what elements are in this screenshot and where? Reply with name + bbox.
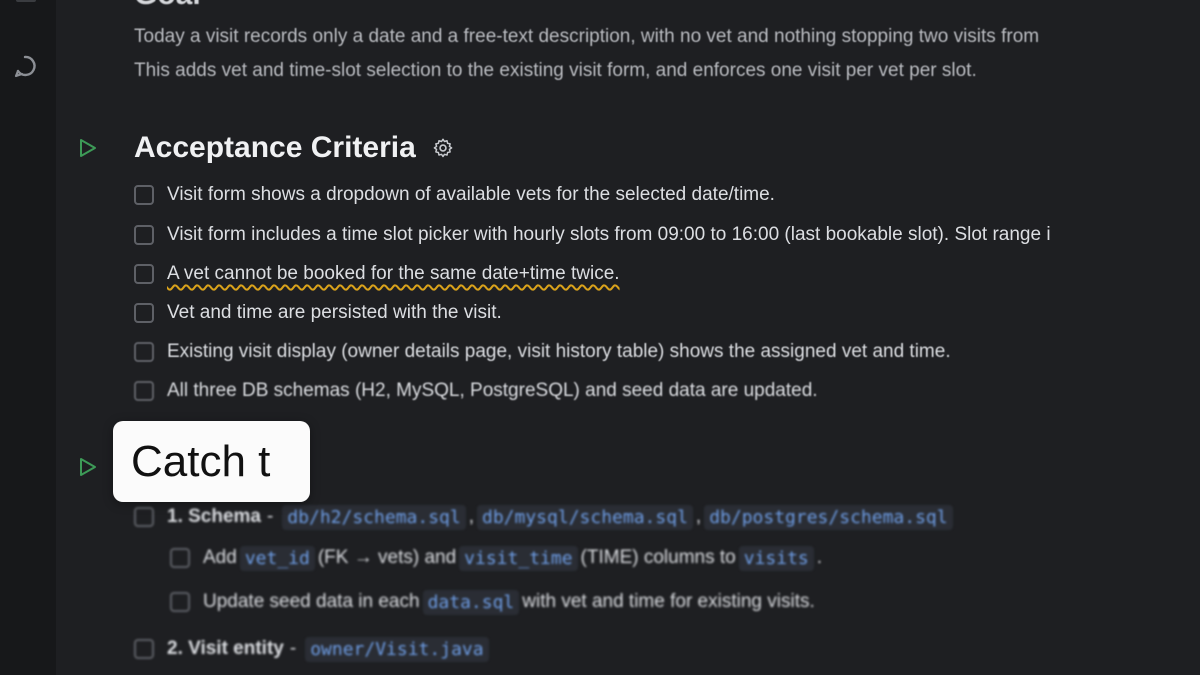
checkbox[interactable]	[170, 592, 190, 612]
criteria-text: Visit form shows a dropdown of available…	[167, 184, 775, 205]
task-subitem: Add vet_id (FK → vets) and visit_time (T…	[170, 543, 822, 573]
task-text: with vet and time for existing visits.	[522, 591, 815, 612]
checkbox[interactable]	[134, 225, 154, 245]
separator: -	[289, 638, 297, 659]
document-editor: Goal Today a visit records only a date a…	[56, 0, 1200, 675]
code-vet-id: vet_id	[239, 545, 315, 571]
caption-callout: Catch t	[113, 421, 310, 502]
checkbox[interactable]	[134, 342, 154, 362]
checkbox[interactable]	[134, 303, 154, 323]
comma: ,	[695, 506, 702, 527]
task-text: Update seed data in each	[203, 591, 420, 612]
checkbox[interactable]	[134, 639, 154, 659]
checkbox[interactable]	[134, 264, 154, 284]
task-text: Add	[203, 547, 237, 568]
task-label: 2. Visit entity	[167, 638, 284, 659]
code-data-sql: data.sql	[422, 589, 520, 615]
comma: ,	[468, 506, 474, 527]
ai-assistant-icon[interactable]	[10, 52, 40, 82]
goal-text-line-2: This adds vet and time-slot selection to…	[134, 60, 977, 81]
task-subitem: Update seed data in each data.sql with v…	[170, 587, 815, 617]
list-item: Visit form includes a time slot picker w…	[134, 220, 1051, 250]
code-visit-time: visit_time	[459, 545, 578, 571]
criteria-text: Existing visit display (owner details pa…	[167, 341, 951, 362]
acceptance-criteria-title: Acceptance Criteria	[134, 131, 416, 164]
file-link-mysql[interactable]: db/mysql/schema.sql	[477, 504, 693, 530]
task-text: (FK → vets) and	[317, 547, 457, 568]
task-item-entity: 2. Visit entity - owner/Visit.java	[134, 634, 492, 664]
task-text: .	[816, 547, 823, 568]
acceptance-criteria-heading: Acceptance Criteria	[134, 131, 454, 165]
caption-text: Catch t	[131, 436, 271, 486]
file-link-h2[interactable]: db/h2/schema.sql	[282, 504, 466, 530]
goal-heading: Goal	[134, 0, 201, 12]
goal-text-line-1: Today a visit records only a date and a …	[134, 26, 1040, 47]
task-label: 1. Schema	[167, 506, 261, 527]
criteria-text-spellcheck: A vet cannot be booked for the same date…	[167, 263, 620, 284]
task-text: (TIME) columns to	[580, 547, 736, 568]
checkbox[interactable]	[170, 548, 190, 568]
file-link-visit-java[interactable]: owner/Visit.java	[305, 636, 489, 662]
checkbox[interactable]	[134, 507, 154, 527]
criteria-text: All three DB schemas (H2, MySQL, Postgre…	[167, 380, 818, 401]
run-section-icon[interactable]	[76, 137, 98, 159]
task-item-schema: 1. Schema - db/h2/schema.sql , db/mysql/…	[134, 502, 956, 532]
checkbox[interactable]	[134, 381, 154, 401]
list-item: Visit form shows a dropdown of available…	[134, 180, 775, 210]
separator: -	[267, 506, 274, 527]
code-visits: visits	[738, 545, 814, 571]
checkbox[interactable]	[134, 185, 154, 205]
list-item: Vet and time are persisted with the visi…	[134, 298, 502, 328]
left-sidebar	[0, 0, 57, 675]
criteria-text: Vet and time are persisted with the visi…	[167, 302, 502, 323]
sidebar-menu-icon[interactable]	[16, 0, 36, 2]
criteria-text: Visit form includes a time slot picker w…	[167, 224, 1051, 245]
file-link-postgres[interactable]: db/postgres/schema.sql	[704, 504, 953, 530]
gear-icon[interactable]	[432, 137, 454, 159]
list-item: Existing visit display (owner details pa…	[134, 337, 951, 367]
list-item: A vet cannot be booked for the same date…	[134, 259, 620, 289]
list-item: All three DB schemas (H2, MySQL, Postgre…	[134, 376, 818, 406]
run-section-icon[interactable]	[76, 456, 98, 478]
